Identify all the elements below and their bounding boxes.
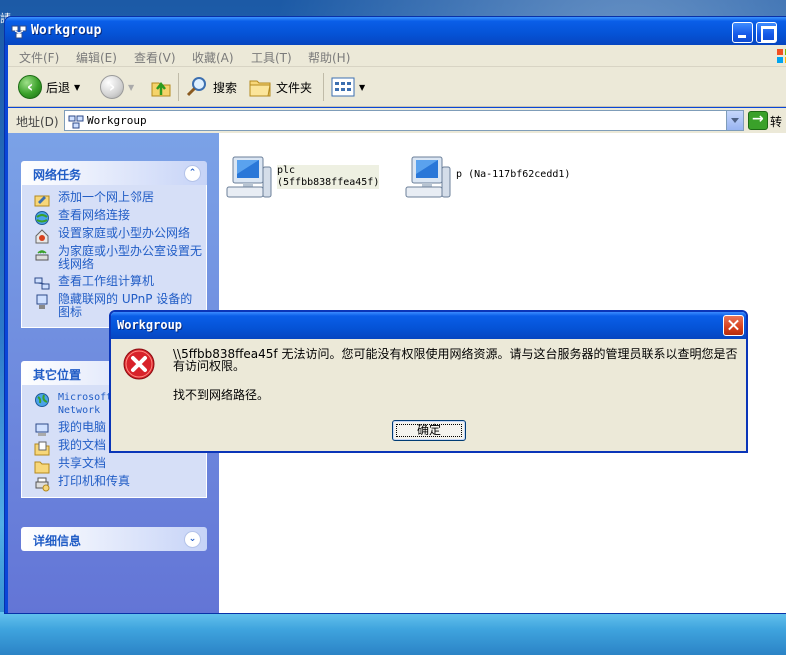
minimize-button[interactable] — [732, 22, 753, 43]
wireless-network-icon — [35, 250, 49, 261]
computer-id: (5ffbb838ffea45f) — [277, 177, 380, 188]
computer-name: plc — [277, 165, 296, 176]
folder-icon — [249, 80, 271, 97]
computer-icon — [405, 156, 451, 198]
computer-name: p — [456, 169, 463, 180]
workgroup-computers-icon — [34, 277, 50, 290]
dialog-title-bar[interactable]: Workgroup — [111, 312, 746, 339]
address-input[interactable]: Workgroup — [64, 110, 744, 131]
menu-help[interactable]: 帮助(H) — [308, 49, 350, 66]
details-header[interactable]: 详细信息 ⌄ — [21, 527, 207, 551]
menu-view[interactable]: 查看(V) — [134, 49, 176, 66]
title-bar[interactable]: Workgroup — [5, 17, 786, 45]
menu-bar: 文件(F) 编辑(E) 查看(V) 收藏(A) 工具(T) 帮助(H) — [8, 45, 786, 67]
task-label: 为家庭或小型办公室设置无线网络 — [58, 244, 203, 271]
toolbar-separator — [178, 73, 179, 101]
task-setup-wireless-network[interactable]: 为家庭或小型办公室设置无线网络 — [22, 243, 206, 273]
search-button[interactable]: 搜索 — [185, 75, 237, 99]
back-dropdown-icon[interactable]: ▼ — [74, 83, 80, 92]
details-title: 详细信息 — [33, 534, 82, 548]
menu-edit[interactable]: 编辑(E) — [76, 49, 117, 66]
views-dropdown-icon[interactable]: ▼ — [359, 83, 365, 92]
place-label: 共享文档 — [58, 456, 107, 470]
menu-tools[interactable]: 工具(T) — [251, 49, 292, 66]
task-label: 查看网络连接 — [58, 208, 131, 222]
my-documents-icon — [34, 441, 50, 456]
task-view-workgroup-computers[interactable]: 查看工作组计算机 — [22, 273, 206, 291]
folders-label: 文件夹 — [276, 80, 313, 95]
network-icon — [11, 25, 27, 39]
network-tasks-body: 添加一个网上邻居 查看网络连接 设置家庭或小型办公网络 为家庭或小型办公室设置无… — [21, 185, 207, 328]
task-add-network-place[interactable]: 添加一个网上邻居 — [22, 189, 206, 207]
place-printers-and-faxes[interactable]: 打印机和传真 — [22, 473, 206, 492]
ok-button[interactable]: 确定 — [392, 420, 466, 441]
maximize-button[interactable] — [756, 22, 777, 43]
address-bar: 地址(D) Workgroup 转到 — [8, 108, 786, 146]
computer-icon — [226, 156, 272, 198]
back-button[interactable]: ‹ 后退 ▼ — [18, 75, 80, 99]
other-places-title: 其它位置 — [33, 368, 82, 382]
forward-arrow-icon: › — [100, 75, 124, 99]
network-tasks-header[interactable]: 网络任务 ⌃ — [21, 161, 207, 185]
network-connections-icon — [35, 211, 49, 225]
my-computer-icon — [35, 423, 49, 436]
computer-label: plc (5ffbb838ffea45f) — [277, 165, 380, 189]
network-tasks-title: 网络任务 — [33, 168, 82, 182]
toolbar: ‹ 后退 ▼ › ▼ 搜索 文件夹 ▼ — [8, 67, 786, 107]
forward-button[interactable]: › ▼ — [100, 75, 134, 99]
computer-label: p (Na-117bf62cedd1) — [456, 169, 570, 181]
up-folder-button[interactable] — [149, 75, 173, 99]
dialog-message: \\5ffbb838ffea45f 无法访问。您可能没有权限使用网络资源。请与这… — [173, 347, 738, 373]
place-label: 打印机和传真 — [58, 474, 131, 488]
details-panel: 详细信息 ⌄ — [21, 527, 207, 551]
menu-file[interactable]: 文件(F) — [19, 49, 59, 66]
place-shared-documents[interactable]: 共享文档 — [22, 455, 206, 474]
printer-icon — [35, 477, 50, 492]
back-label: 后退 — [46, 80, 71, 95]
windows-logo-icon — [777, 49, 786, 63]
home-network-icon — [35, 229, 49, 244]
views-button[interactable]: ▼ — [331, 75, 365, 99]
desktop-sea — [0, 612, 786, 655]
network-icon — [68, 115, 84, 129]
address-label: 地址(D) — [16, 115, 59, 129]
address-value: Workgroup — [87, 114, 147, 127]
task-setup-home-network[interactable]: 设置家庭或小型办公网络 — [22, 225, 206, 244]
toolbar-separator — [323, 73, 324, 101]
add-network-place-icon — [34, 195, 50, 207]
globe-icon — [35, 393, 49, 407]
back-arrow-icon: ‹ — [18, 75, 42, 99]
collapse-icon[interactable]: ⌃ — [184, 165, 201, 182]
window-title: Workgroup — [31, 23, 102, 38]
network-tasks-panel: 网络任务 ⌃ 添加一个网上邻居 查看网络连接 设置家庭或小型办公网络 为家庭或小… — [21, 161, 207, 328]
up-folder-icon — [151, 81, 171, 97]
search-icon — [186, 77, 206, 97]
error-dialog: Workgroup \\5ffbb838ffea45f 无法访问。您可能没有权限… — [109, 310, 748, 453]
error-icon — [123, 348, 155, 380]
close-icon[interactable] — [723, 315, 744, 336]
dialog-detail: 找不到网络路径。 — [173, 388, 270, 402]
go-arrow-icon[interactable] — [748, 111, 768, 130]
dialog-title: Workgroup — [117, 318, 183, 332]
task-view-network-connections[interactable]: 查看网络连接 — [22, 207, 206, 225]
task-label: 查看工作组计算机 — [58, 274, 155, 288]
task-label: 设置家庭或小型办公网络 — [58, 226, 191, 240]
address-dropdown-button[interactable] — [726, 111, 743, 130]
expand-icon[interactable]: ⌄ — [184, 531, 201, 548]
forward-dropdown-icon[interactable]: ▼ — [128, 83, 134, 92]
shared-documents-icon — [34, 461, 50, 474]
task-label: 添加一个网上邻居 — [58, 190, 155, 204]
views-icon — [331, 77, 355, 97]
computer-id: (Na-117bf62cedd1) — [468, 169, 571, 180]
upnp-device-icon — [36, 294, 48, 309]
folders-button[interactable]: 文件夹 — [248, 75, 312, 99]
search-label: 搜索 — [213, 80, 238, 95]
menu-favorites[interactable]: 收藏(A) — [192, 49, 234, 66]
